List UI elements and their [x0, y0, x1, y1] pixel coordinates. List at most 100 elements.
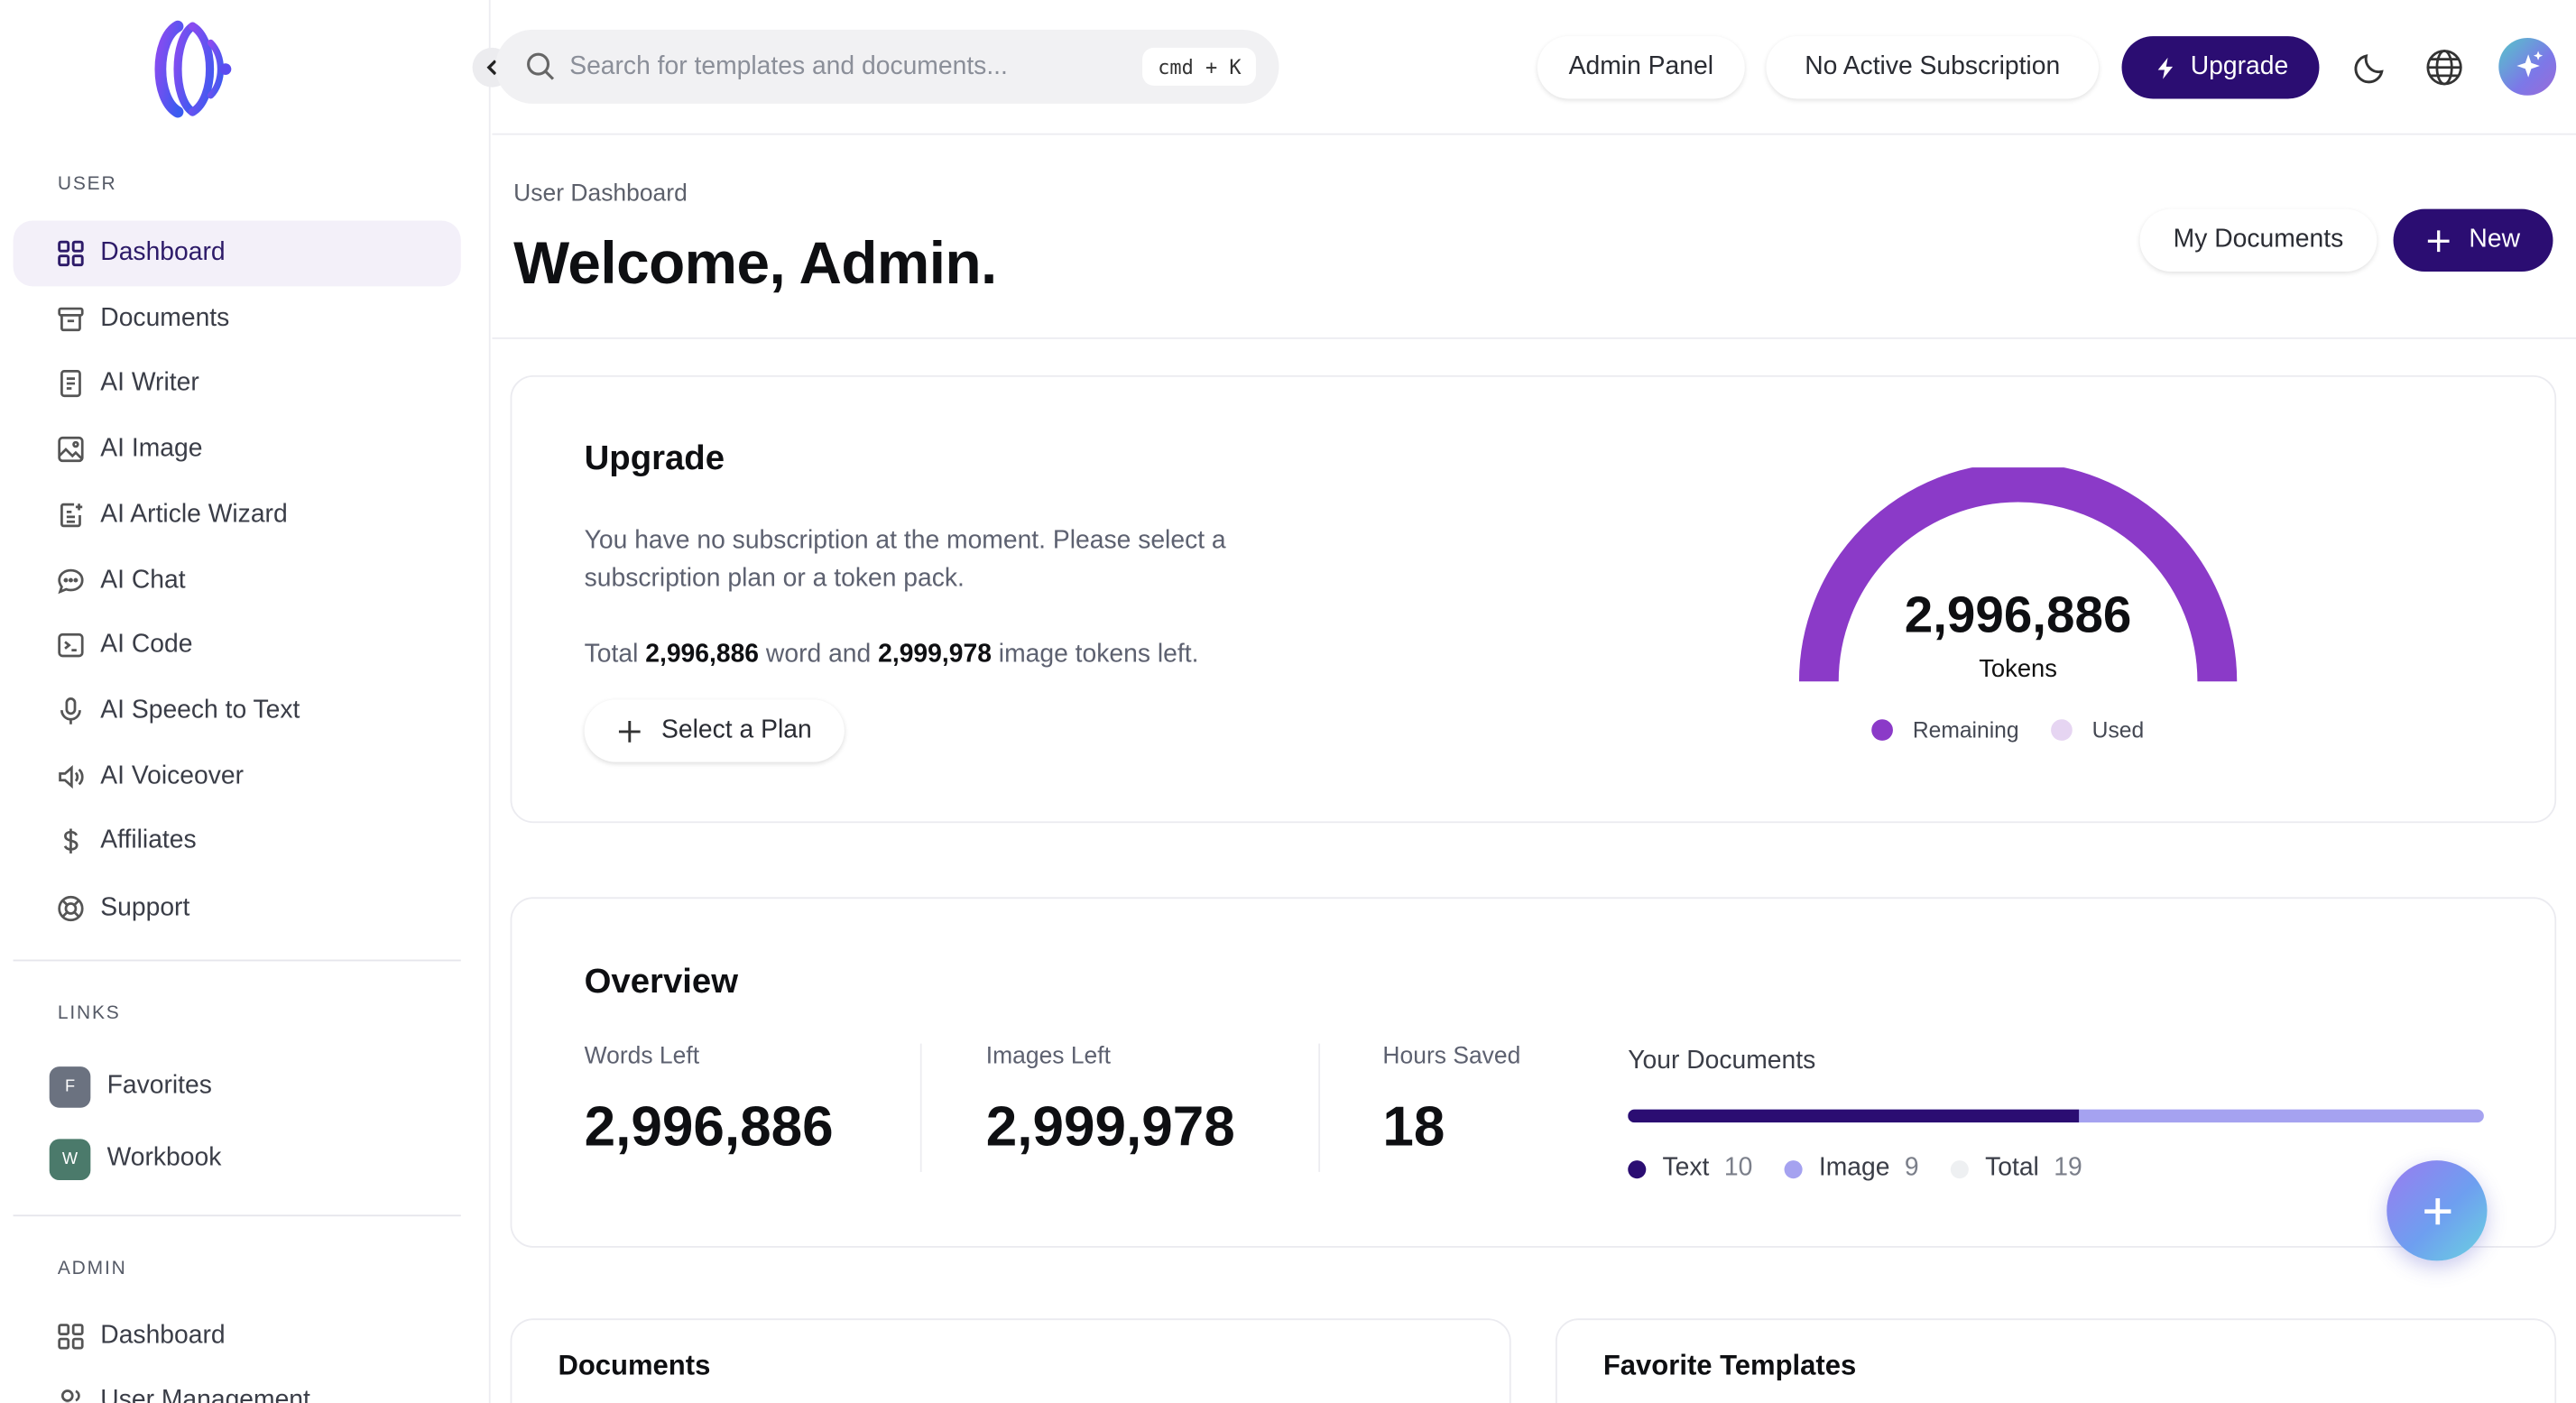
tokens-suffix: image tokens left. — [998, 640, 1199, 669]
favorite-templates-card: Favorite Templates — [1555, 1318, 2557, 1403]
grid-icon — [58, 1324, 84, 1350]
stat-value-words-left: 2,996,886 — [584, 1095, 834, 1159]
legend-value: 9 — [1904, 1153, 1919, 1182]
language-button[interactable] — [2423, 46, 2465, 88]
stat-label-words-left: Words Left — [584, 1043, 700, 1070]
text-dot — [1628, 1159, 1647, 1178]
dollar-icon — [63, 828, 78, 854]
upgrade-card: Upgrade You have no subscription at the … — [510, 374, 2557, 824]
sidebar: USER Dashboard Documents AI Writer AI Im… — [0, 0, 491, 1403]
stat-divider — [919, 1043, 922, 1172]
sidebar-item-ai-code[interactable]: AI Code — [14, 613, 461, 678]
sidebar-item-label: Dashboard — [100, 1321, 226, 1350]
sidebar-item-label: Dashboard — [100, 238, 226, 267]
stat-label-hours-saved: Hours Saved — [1382, 1043, 1521, 1070]
search-placeholder: Search for templates and documents... — [569, 51, 1008, 80]
sparkle-icon — [2516, 51, 2544, 78]
legend-label: Text — [1662, 1153, 1710, 1182]
admin-panel-button[interactable]: Admin Panel — [1537, 36, 1745, 99]
link-workbook[interactable]: W Workbook — [49, 1138, 222, 1180]
select-plan-label: Select a Plan — [661, 715, 812, 744]
sidebar-item-label: AI Article Wizard — [100, 500, 288, 529]
gauge-value: 2,996,886 — [1904, 586, 2132, 644]
section-label-admin: ADMIN — [57, 1259, 127, 1279]
legend-label: Image — [1818, 1153, 1890, 1182]
avatar[interactable] — [2498, 37, 2557, 96]
sidebar-divider — [13, 1214, 461, 1217]
plus-icon — [2427, 229, 2450, 252]
sidebar-item-ai-article-wizard[interactable]: AI Article Wizard — [14, 483, 461, 549]
upgrade-button[interactable]: Upgrade — [2121, 36, 2320, 99]
link-label: Workbook — [106, 1143, 222, 1172]
my-documents-button[interactable]: My Documents — [2139, 208, 2377, 272]
sidebar-item-label: Documents — [100, 304, 230, 333]
lightning-icon — [2157, 56, 2173, 78]
total-dot — [1950, 1159, 1969, 1178]
sidebar-item-label: AI Writer — [100, 368, 199, 397]
upgrade-label: Upgrade — [2190, 52, 2289, 81]
search-shortcut: cmd + K — [1142, 47, 1256, 86]
sidebar-item-documents[interactable]: Documents — [14, 286, 461, 352]
sidebar-item-ai-chat[interactable]: AI Chat — [14, 548, 461, 614]
section-label-links: LINKS — [57, 1003, 121, 1024]
sidebar-divider — [13, 959, 461, 962]
page-title: Welcome, Admin. — [513, 228, 997, 297]
sidebar-item-user-management[interactable]: User Management — [14, 1368, 461, 1403]
sidebar-item-label: Affiliates — [100, 826, 197, 854]
sidebar-item-label: AI Chat — [100, 566, 186, 595]
stat-label-images-left: Images Left — [985, 1043, 1111, 1070]
documents-card: Documents — [510, 1318, 1511, 1403]
tokens-mid: word and — [765, 640, 872, 669]
sidebar-item-support[interactable]: Support — [14, 876, 461, 942]
sidebar-item-label: Support — [100, 893, 190, 922]
sidebar-item-dashboard[interactable]: Dashboard — [13, 220, 461, 287]
users-icon — [60, 1389, 80, 1403]
your-documents-title: Your Documents — [1628, 1047, 1816, 1075]
globe-icon — [2426, 50, 2462, 86]
plus-icon — [618, 720, 641, 742]
favorite-templates-title: Favorite Templates — [1602, 1349, 1857, 1381]
section-label-user: USER — [57, 174, 117, 195]
gauge-label: Tokens — [1979, 655, 2057, 684]
documents-bar — [1628, 1109, 2484, 1123]
legend-image: Image 9 — [1784, 1153, 1919, 1184]
sidebar-item-ai-speech-to-text[interactable]: AI Speech to Text — [14, 678, 461, 744]
stat-value-hours-saved: 18 — [1382, 1095, 1445, 1159]
floating-add-button[interactable] — [2387, 1160, 2488, 1261]
microphone-icon — [60, 697, 81, 725]
terminal-icon — [58, 632, 84, 658]
chat-icon — [58, 568, 84, 595]
search-icon — [527, 52, 555, 80]
sidebar-item-label: User Management — [100, 1386, 310, 1403]
plus-icon — [2424, 1197, 2451, 1224]
overview-card: Overview Words Left 2,996,886 Images Lef… — [510, 897, 2557, 1248]
tokens-prefix: Total — [584, 640, 639, 669]
stat-value-images-left: 2,999,978 — [985, 1095, 1235, 1159]
grid-icon — [58, 240, 84, 267]
link-favorites[interactable]: F Favorites — [49, 1065, 212, 1107]
image-icon — [58, 436, 84, 463]
subscription-status-button[interactable]: No Active Subscription — [1766, 36, 2099, 99]
workbook-badge: W — [49, 1138, 91, 1180]
document-icon — [60, 370, 81, 398]
gauge-remaining-arc — [1798, 467, 2238, 682]
legend-total: Total 19 — [1950, 1153, 2082, 1184]
sidebar-item-admin-dashboard[interactable]: Dashboard — [14, 1304, 461, 1370]
logo-icon[interactable] — [138, 16, 240, 122]
legend-label: Total — [1985, 1153, 2039, 1182]
sidebar-item-label: AI Code — [100, 630, 193, 659]
tokens-left-text: Total 2,996,886 word and 2,999,978 image… — [585, 635, 1199, 673]
sidebar-item-label: AI Image — [100, 434, 203, 463]
search-input[interactable]: Search for templates and documents... cm… — [495, 29, 1279, 104]
sidebar-item-ai-writer[interactable]: AI Writer — [14, 351, 461, 417]
sidebar-item-affiliates[interactable]: Affiliates — [14, 808, 461, 874]
upgrade-message: You have no subscription at the moment. … — [584, 526, 1226, 593]
sidebar-item-ai-image[interactable]: AI Image — [14, 417, 461, 483]
new-button[interactable]: New — [2393, 208, 2553, 272]
images-left-value: 2,999,978 — [878, 640, 992, 669]
dark-mode-toggle[interactable] — [2349, 46, 2391, 88]
legend-text: Text 10 — [1628, 1154, 1752, 1184]
select-plan-button[interactable]: Select a Plan — [584, 699, 845, 762]
sidebar-item-ai-voiceover[interactable]: AI Voiceover — [14, 744, 461, 810]
legend-used: Used — [2051, 717, 2144, 743]
